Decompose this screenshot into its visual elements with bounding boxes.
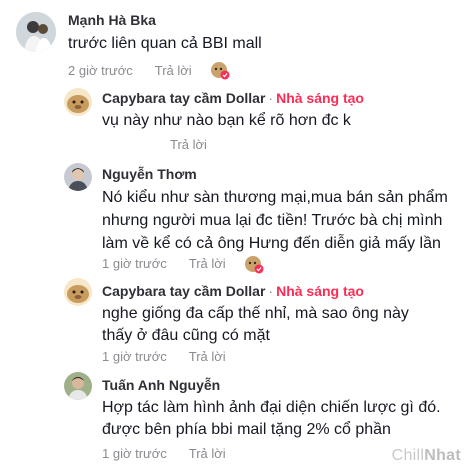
reply-button[interactable]: Trả lời [189, 349, 226, 364]
comment-text: Nó kiểu như sàn thương mại,mua bán sản p… [102, 189, 448, 206]
comment-text: được bên phía bbi mail tặng 2% cổ phần [102, 421, 391, 438]
comment-meta: 1 giờ trước Trả lời [102, 446, 226, 461]
reply-button[interactable]: Trả lời [170, 137, 207, 152]
comment-time: 1 giờ trước [102, 349, 167, 364]
separator-dot: · [268, 90, 274, 106]
comment-time: 2 giờ trước [68, 63, 133, 78]
comment-author[interactable]: Nguyễn Thơm [102, 166, 197, 182]
comment-text: trước liên quan cả BBI mall [68, 35, 262, 52]
liked-by-creator-icon [244, 254, 264, 274]
comment-text: nghe giống đa cấp thế nhỉ, mà sao ông nà… [102, 305, 409, 322]
author-name[interactable]: Capybara tay cầm Dollar [102, 90, 265, 106]
creator-badge: Nhà sáng tạo [276, 90, 364, 106]
comment-author[interactable]: Tuấn Anh Nguyễn [102, 377, 220, 393]
comment-author[interactable]: Mạnh Hà Bka [68, 12, 156, 28]
comment-text: làm về kể có cả ông Hưng đến diễn giả mấ… [102, 235, 441, 252]
reply-button[interactable]: Trả lời [155, 63, 192, 78]
avatar[interactable] [64, 278, 92, 306]
comment-meta: Trả lời [170, 137, 207, 152]
creator-badge: Nhà sáng tạo [276, 283, 364, 299]
reply-button[interactable]: Trả lời [189, 256, 226, 271]
avatar[interactable] [64, 88, 92, 116]
liked-by-creator-icon [210, 60, 230, 80]
comment-author[interactable]: Capybara tay cầm Dollar · Nhà sáng tạo [102, 283, 364, 299]
avatar[interactable] [64, 163, 92, 191]
comment-meta: 1 giờ trước Trả lời [102, 256, 226, 271]
comment-meta: 2 giờ trước Trả lời [68, 63, 192, 78]
comment-text: vụ này như nào bạn kể rõ hơn đc k [102, 112, 351, 129]
watermark: ChillNhat [392, 447, 461, 465]
separator-dot: · [268, 283, 274, 299]
comment-text: nhưng người mua lại đc tiền! Trước bà ch… [102, 212, 443, 229]
reply-button[interactable]: Trả lời [189, 446, 226, 461]
comment-text: Hợp tác làm hình ảnh đại diện chiến lược… [102, 399, 441, 416]
avatar[interactable] [64, 372, 92, 400]
comment-author[interactable]: Capybara tay cầm Dollar · Nhà sáng tạo [102, 90, 364, 106]
comment-meta: 1 giờ trước Trả lời [102, 349, 226, 364]
comment-time: 1 giờ trước [102, 256, 167, 271]
watermark-part1: Chill [391, 447, 425, 464]
watermark-part2: Nhat [424, 447, 461, 464]
comment-time: 1 giờ trước [102, 446, 167, 461]
comment-text: thấy ở đâu cũng có mặt [102, 327, 270, 344]
author-name[interactable]: Capybara tay cầm Dollar [102, 283, 265, 299]
avatar[interactable] [16, 12, 56, 52]
